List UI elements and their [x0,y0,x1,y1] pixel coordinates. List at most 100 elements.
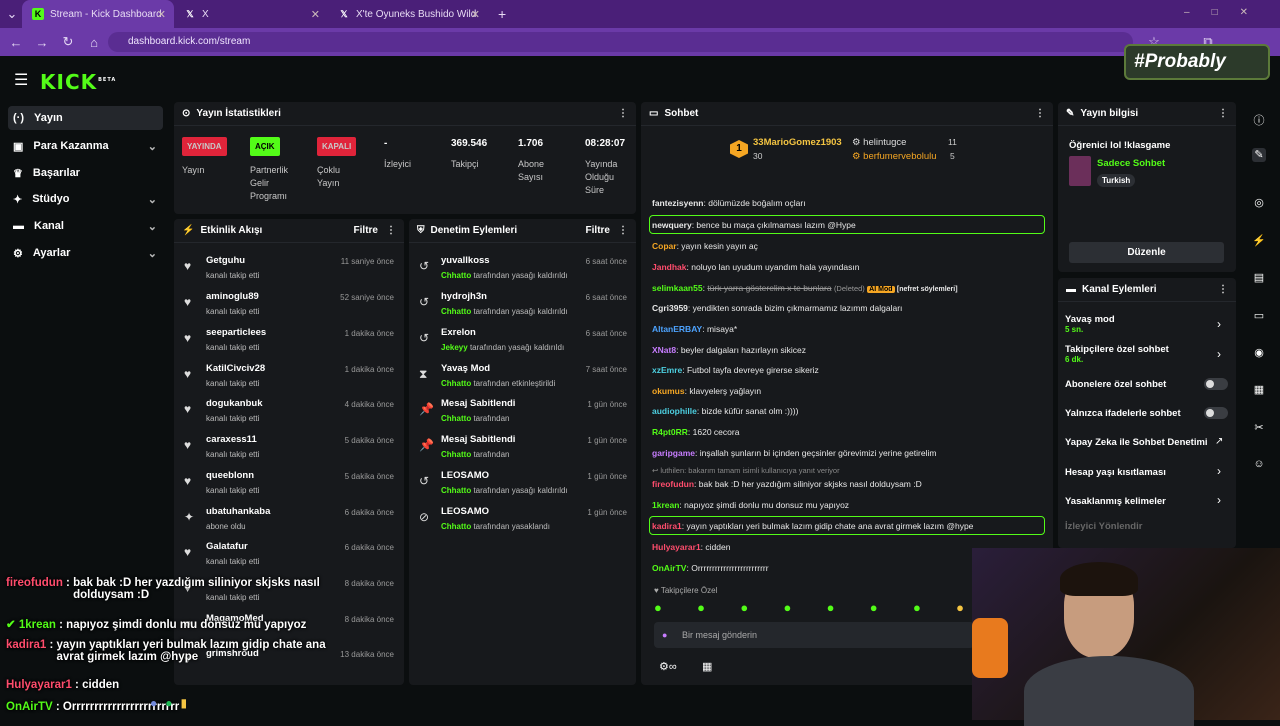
action-slow-mode[interactable]: Yavaş mod 5 sn. [1065,314,1115,334]
url-field[interactable]: dashboard.kick.com/stream [108,32,1133,52]
moderation-item: ↺ Exrelon Jekeyy tarafından yasağı kaldırı… [419,327,627,352]
activity-item: ✦ ubatuhankaba abone oldu 6 dakika önce [184,506,394,531]
user-icon[interactable]: ☺ [1252,458,1266,472]
broadcast-icon[interactable]: ◉ [1252,346,1266,360]
activity-item: ♥ Galatafur kanalı takip etti 6 dakika önce [184,541,394,566]
browser-tab-1[interactable]: K Stream - Kick Dashboard ✕ [22,0,174,28]
layout-icon[interactable]: ▦ [1252,383,1266,397]
activity-feed-panel: ⚡ Etkinlik Akışı Filtre ⋮ ♥ Getguhu kanalı… [174,219,404,685]
streamer-body [1024,656,1194,726]
kick-header [0,56,1280,100]
tab-title: X'te Oyuneks Bushido Wildcats [356,8,476,20]
action-account-age[interactable]: Hesap yaşı kısıtlaması [1065,467,1166,478]
close-tab-icon[interactable]: ✕ [311,8,320,21]
discord-icon[interactable]: ● [150,696,157,710]
chevron-down-icon: ⌄ [147,220,157,233]
app-icon[interactable]: ▮ [181,696,188,710]
action-followers-only[interactable]: Takipçilere özel sohbet 6 dk. [1065,344,1169,364]
close-tab-icon[interactable]: ✕ [471,8,480,21]
filter-button[interactable]: Filtre [586,225,610,236]
moderation-item: ⧗ Yavaş Mod Chhatto tarafından etkinleştir… [419,363,627,388]
emote-icon: ● [912,600,921,615]
spotify-icon[interactable]: ● [165,696,172,710]
activity-item: ♥ Getguhu kanalı takip etti 11 saniye önce [184,255,394,280]
sidebar-item-studyo[interactable]: ✦ Stüdyo ⌄ [8,187,163,211]
document-icon[interactable]: ▤ [1252,271,1266,285]
info-icon[interactable]: ⓘ [1252,112,1266,127]
lightning-icon[interactable]: ⚡ [1252,234,1266,248]
camera-icon[interactable]: ◎ [1252,196,1266,210]
browser-tab-3[interactable]: 𝕏 X'te Oyuneks Bushido Wildcats ✕ [328,0,488,28]
back-icon[interactable]: ← [4,35,28,50]
webcam-feed [972,548,1280,726]
sidebar-item-basarilar[interactable]: ♛ Başarılar [8,161,163,185]
x-favicon-icon: 𝕏 [186,8,194,19]
browser-tab-2[interactable]: 𝕏 X ✕ [174,0,328,28]
emote-icon: ● [697,600,706,615]
moderation-panel: ⛨ Denetim Eylemleri Filtre ⋮ ↺ yuvallkoss… [409,219,636,685]
more-options-icon[interactable]: ⋮ [1218,284,1228,295]
channel-actions-icon: ▬ [1066,284,1076,295]
chat-message: OnAirTV: Orrrrrrrrrrrrrrrrrrrrrrrrr [652,563,769,573]
more-options-icon[interactable]: ⋮ [386,225,396,236]
heart-icon: ♥ [184,438,192,452]
top-gifter-1[interactable]: 33MarioGomez1903 [753,137,842,148]
sidebar-item-ayarlar[interactable]: ⚙ Ayarlar ⌄ [8,241,163,265]
action-banned-words[interactable]: Yasaklanmış kelimeler [1065,496,1166,507]
shield-icon: ⛨ [417,225,425,236]
heart-icon: ♥ [184,474,192,488]
chat-message: Copar: yayın kesin yayın aç [652,241,758,251]
subscribers-only-toggle[interactable] [1204,378,1228,390]
action-ai-moderation[interactable]: Yapay Zeka ile Sohbet Denetimi [1065,437,1208,448]
reload-icon[interactable]: ↻ [56,34,80,50]
home-icon[interactable]: ⌂ [82,35,106,50]
top-gifter-2[interactable]: ⚙ helintugce [852,137,906,148]
sidebar-item-kanal[interactable]: ▬ Kanal ⌄ [8,214,163,238]
tab-list-icon[interactable]: ⌄ [2,6,22,22]
gift-icon[interactable]: ▦ [702,660,712,673]
chevron-right-icon: › [1217,464,1221,478]
edit-stream-button[interactable]: Düzenle [1069,242,1224,263]
action-raid[interactable]: İzleyici Yönlendir [1065,521,1142,532]
unban-icon: ↺ [419,259,430,273]
emotes-only-toggle[interactable] [1204,407,1228,419]
probably-watermark: #Probably [1124,44,1270,80]
forward-icon[interactable]: → [30,35,54,50]
more-options-icon[interactable]: ⋮ [618,108,628,119]
filter-button[interactable]: Filtre [354,225,378,236]
menu-hamburger-icon[interactable]: ☰ [14,70,28,90]
panel-header: ✎ Yayın bilgisi ⋮ [1058,102,1236,126]
category-name[interactable]: Sadece Sohbet [1097,158,1165,169]
slow-mode-icon: ⧗ [419,367,428,381]
chat-settings-icon[interactable]: ⚙∞ [659,660,677,673]
address-bar-row: ← → ↻ ⌂ dashboard.kick.com/stream ☆ ⧉ [0,28,1280,56]
edit-icon[interactable]: ✎ [1252,148,1266,162]
more-options-icon[interactable]: ⋮ [1035,108,1045,119]
chat-message: AltanERBAY: misaya* [652,324,738,334]
sidebar-item-para-kazanma[interactable]: ▣ Para Kazanma ⌄ [8,134,163,158]
category-thumbnail [1069,156,1091,186]
stat-uptime: 08:28:07 Yayında Olduğu Süre [585,138,626,195]
heart-icon: ♥ [184,331,192,345]
new-tab-icon[interactable]: + [488,0,516,28]
close-tab-icon[interactable]: ✕ [157,8,166,21]
more-options-icon[interactable]: ⋮ [1218,108,1228,119]
kick-logo[interactable]: KICKBETA [40,70,116,94]
stat-multistream: KAPALI Çoklu Yayın [317,137,357,190]
chat-input[interactable]: ● Bir mesaj gönderin [654,622,974,648]
top-gifter-3[interactable]: ⚙ berfumervebolulu [852,151,937,162]
moderation-item: ⊘ LEOSAMO Chhatto tarafından yasaklandı 1 g… [419,506,627,531]
action-emotes-only: Yalnızca ifadelerle sohbet [1065,408,1181,419]
more-options-icon[interactable]: ⋮ [618,225,628,236]
wrench-icon[interactable]: ✂ [1252,421,1266,435]
channel-icon: ▬ [13,220,24,232]
wrench-icon: ✎ [1066,108,1075,119]
studio-icon: ✦ [13,193,23,206]
tab-title: X [202,8,209,20]
chat-icon[interactable]: ▭ [1252,309,1266,323]
sidebar-item-yayin[interactable]: (·) Yayın [8,106,163,130]
lightning-icon: ⚡ [182,225,195,236]
chat-message: garipgame: inşallah şunların bi içinden … [652,448,937,458]
chat-message: XNat8: beyler dalgaları hazırlayın sikic… [652,345,807,355]
emote-row[interactable]: ● ● ● ● ● ● ● ● [654,600,964,616]
